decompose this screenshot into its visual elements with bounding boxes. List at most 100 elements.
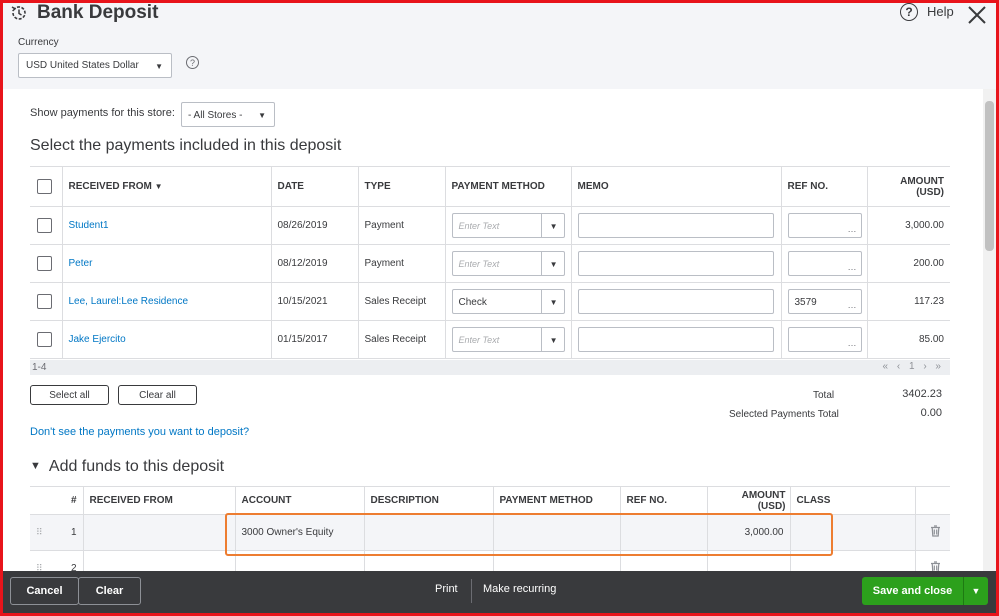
table-row[interactable]: ⠿ 2	[30, 550, 950, 571]
memo-input[interactable]	[577, 289, 774, 314]
scrollbar-thumb[interactable]	[985, 101, 994, 251]
account-cell[interactable]	[235, 550, 365, 571]
clear-all-button[interactable]: Clear all	[118, 385, 197, 405]
amount-cell[interactable]: 3,000.00	[707, 514, 791, 551]
table-header-row: RECEIVED FROM ▼ DATE TYPE PAYMENT METHOD…	[30, 166, 950, 207]
pager-nav[interactable]: « ‹ 1 › »	[883, 361, 944, 372]
ref-no-cell[interactable]	[620, 550, 708, 571]
date-cell: 01/15/2017	[271, 320, 359, 359]
trash-icon[interactable]	[915, 550, 950, 571]
column-header-received-from[interactable]: RECEIVED FROM ▼	[62, 166, 272, 207]
select-all-checkbox[interactable]	[37, 179, 52, 194]
received-from-cell[interactable]	[83, 514, 236, 551]
selected-total-value: 0.00	[920, 407, 942, 419]
collapse-triangle-icon: ▼	[30, 460, 41, 472]
vertical-scrollbar[interactable]	[983, 89, 996, 571]
save-and-close-label[interactable]: Save and close	[862, 577, 963, 605]
chevron-down-icon: ▼	[155, 62, 163, 71]
account-cell[interactable]: 3000 Owner's Equity	[235, 514, 365, 551]
payment-method-cell[interactable]	[493, 514, 621, 551]
description-cell[interactable]	[364, 514, 494, 551]
received-from-cell[interactable]	[83, 550, 236, 571]
amount-cell: 85.00	[867, 320, 950, 359]
close-icon[interactable]	[966, 4, 988, 26]
memo-input[interactable]	[577, 213, 774, 238]
amount-cell[interactable]	[707, 550, 791, 571]
pager-bar: 1-4 « ‹ 1 › »	[30, 360, 950, 375]
payment-method-cell[interactable]	[493, 550, 621, 571]
save-and-close-button[interactable]: Save and close ▼	[862, 577, 988, 605]
funds-section-title: Add funds to this deposit	[48, 458, 225, 475]
funds-table: # RECEIVED FROM ACCOUNT DESCRIPTION PAYM…	[30, 486, 950, 571]
table-row[interactable]: Peter 08/12/2019 Payment Enter Text ▼ … 2…	[30, 244, 950, 283]
footer-divider	[471, 579, 472, 603]
line-number: 2	[52, 550, 84, 571]
type-cell: Payment	[358, 244, 446, 283]
cancel-button[interactable]: Cancel	[10, 577, 79, 605]
missing-payments-link[interactable]: Don't see the payments you want to depos…	[30, 426, 249, 438]
payment-method-select[interactable]: Check ▼	[451, 289, 565, 314]
info-icon[interactable]: ?	[186, 56, 199, 69]
received-from-link[interactable]: Lee, Laurel:Lee Residence	[69, 296, 189, 307]
make-recurring-link[interactable]: Make recurring	[483, 583, 556, 595]
class-cell[interactable]	[790, 550, 916, 571]
store-filter-select[interactable]: - All Stores - ▼	[181, 102, 275, 127]
table-row[interactable]: Lee, Laurel:Lee Residence 10/15/2021 Sal…	[30, 282, 950, 321]
memo-input[interactable]	[577, 327, 774, 352]
column-header-type: TYPE	[358, 166, 446, 207]
table-row[interactable]: Student1 08/26/2019 Payment Enter Text ▼ …	[30, 206, 950, 245]
ref-no-input[interactable]: …	[787, 251, 862, 276]
column-header-received-from: RECEIVED FROM	[83, 486, 236, 515]
column-header-date: DATE	[271, 166, 359, 207]
ref-no-input[interactable]: …	[787, 213, 862, 238]
chevron-down-icon[interactable]: ▼	[964, 577, 988, 605]
drag-handle-icon[interactable]: ⠿	[30, 550, 52, 571]
sort-down-icon: ▼	[154, 182, 163, 191]
print-link[interactable]: Print	[435, 583, 458, 595]
drag-handle-icon[interactable]: ⠿	[30, 514, 52, 551]
column-header-amount: AMOUNT (USD)	[867, 166, 950, 207]
received-from-link[interactable]: Peter	[69, 258, 93, 269]
ref-no-input[interactable]: …	[787, 327, 862, 352]
payment-method-select[interactable]: Enter Text ▼	[451, 213, 565, 238]
column-header-amount: AMOUNT (USD)	[707, 486, 791, 515]
chevron-down-icon: ▼	[549, 260, 558, 269]
help-icon[interactable]: ?	[900, 3, 918, 21]
ref-no-input[interactable]: 3579…	[787, 289, 862, 314]
received-from-link[interactable]: Jake Ejercito	[69, 334, 126, 345]
history-icon[interactable]	[9, 3, 29, 23]
table-row[interactable]: Jake Ejercito 01/15/2017 Sales Receipt E…	[30, 320, 950, 359]
type-cell: Sales Receipt	[358, 320, 446, 359]
row-checkbox[interactable]	[37, 294, 52, 309]
clear-button[interactable]: Clear	[78, 577, 141, 605]
funds-section-toggle[interactable]: ▼ Add funds to this deposit	[30, 458, 224, 476]
description-cell[interactable]	[364, 550, 494, 571]
row-checkbox[interactable]	[37, 332, 52, 347]
payment-method-select[interactable]: Enter Text ▼	[451, 327, 565, 352]
type-cell: Payment	[358, 206, 446, 245]
trash-icon[interactable]	[915, 514, 950, 551]
select-all-button[interactable]: Select all	[30, 385, 109, 405]
payment-method-select[interactable]: Enter Text ▼	[451, 251, 565, 276]
currency-select[interactable]: USD United States Dollar ▼	[18, 53, 172, 78]
memo-input[interactable]	[577, 251, 774, 276]
page-title: Bank Deposit	[37, 2, 159, 23]
row-checkbox[interactable]	[37, 256, 52, 271]
row-checkbox[interactable]	[37, 218, 52, 233]
amount-cell: 3,000.00	[867, 206, 950, 245]
column-header-ref-no: REF NO.	[781, 166, 868, 207]
received-from-link[interactable]: Student1	[69, 220, 109, 231]
class-cell[interactable]	[790, 514, 916, 551]
table-header-row: # RECEIVED FROM ACCOUNT DESCRIPTION PAYM…	[30, 486, 950, 515]
column-header-payment-method: PAYMENT METHOD	[493, 486, 621, 515]
ref-no-cell[interactable]	[620, 514, 708, 551]
store-filter-label: Show payments for this store:	[30, 107, 175, 119]
help-link[interactable]: Help	[927, 4, 954, 19]
column-header-account: ACCOUNT	[235, 486, 365, 515]
date-cell: 08/12/2019	[271, 244, 359, 283]
table-row[interactable]: ⠿ 1 3000 Owner's Equity 3,000.00	[30, 514, 950, 551]
column-header-payment-method: PAYMENT METHOD	[445, 166, 572, 207]
line-number: 1	[52, 514, 84, 551]
column-header-ref-no: REF NO.	[620, 486, 708, 515]
column-header-memo: MEMO	[571, 166, 782, 207]
